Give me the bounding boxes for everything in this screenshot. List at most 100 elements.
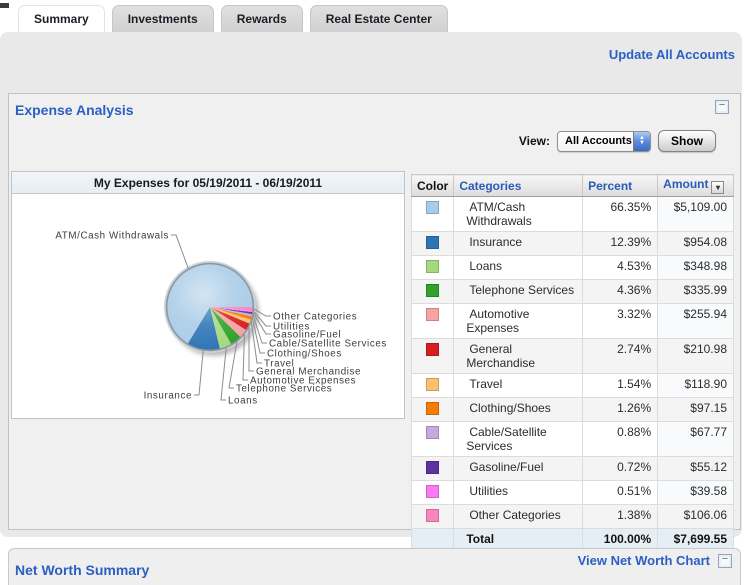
view-controls: View: All Accounts ▲▼ Show xyxy=(519,130,716,152)
table-row: Travel1.54%$118.90 xyxy=(412,374,734,398)
color-swatch xyxy=(426,378,439,391)
amount-cell: $118.90 xyxy=(658,374,734,398)
tab-investments[interactable]: Investments xyxy=(112,5,214,32)
view-select-value: All Accounts xyxy=(558,135,633,147)
amount-cell: $97.15 xyxy=(658,398,734,422)
color-swatch xyxy=(426,284,439,297)
header-percent[interactable]: Percent xyxy=(583,175,658,197)
expense-analysis-section: Expense Analysis − View: All Accounts ▲▼… xyxy=(8,93,741,530)
amount-cell: $954.08 xyxy=(658,232,734,256)
percent-cell: 12.39% xyxy=(583,232,658,256)
header-categories[interactable]: Categories xyxy=(454,175,583,197)
table-header-row: Color Categories Percent Amount▾ xyxy=(412,175,734,197)
table-row: Insurance12.39%$954.08 xyxy=(412,232,734,256)
leader-line xyxy=(221,348,226,400)
color-cell xyxy=(412,304,454,339)
color-swatch xyxy=(426,260,439,273)
pie-label: Travel xyxy=(264,359,294,370)
category-cell: Other Categories xyxy=(454,505,583,529)
total-color-cell xyxy=(412,529,454,550)
category-cell: Gasoline/Fuel xyxy=(454,457,583,481)
chart-title: My Expenses for 05/19/2011 - 06/19/2011 xyxy=(12,172,404,194)
amount-cell: $106.06 xyxy=(658,505,734,529)
view-account-select[interactable]: All Accounts ▲▼ xyxy=(557,131,651,152)
amount-cell: $255.94 xyxy=(658,304,734,339)
amount-cell: $335.99 xyxy=(658,280,734,304)
select-stepper-icon: ▲▼ xyxy=(633,132,650,151)
expense-analysis-title: Expense Analysis xyxy=(15,102,134,118)
color-swatch xyxy=(426,236,439,249)
amount-cell: $55.12 xyxy=(658,457,734,481)
table-row: Loans4.53%$348.98 xyxy=(412,256,734,280)
color-swatch xyxy=(426,402,439,415)
total-label: Total xyxy=(454,529,583,550)
category-cell: Automotive Expenses xyxy=(454,304,583,339)
screen-crop-artifact xyxy=(0,3,9,8)
table-row: General Merchandise2.74%$210.98 xyxy=(412,339,734,374)
header-amount[interactable]: Amount▾ xyxy=(658,175,734,197)
percent-cell: 66.35% xyxy=(583,197,658,232)
category-cell: Clothing/Shoes xyxy=(454,398,583,422)
amount-cell: $67.77 xyxy=(658,422,734,457)
view-label: View: xyxy=(519,134,550,148)
amount-cell: $39.58 xyxy=(658,481,734,505)
leader-line xyxy=(194,351,203,396)
total-percent: 100.00% xyxy=(583,529,658,550)
color-cell xyxy=(412,280,454,304)
expense-chart-panel: My Expenses for 05/19/2011 - 06/19/2011 xyxy=(11,171,405,419)
net-worth-summary-section: Net Worth Summary View Net Worth Chart − xyxy=(8,548,741,585)
color-cell xyxy=(412,232,454,256)
pie-label: Loans xyxy=(228,396,258,407)
category-cell: Insurance xyxy=(454,232,583,256)
percent-cell: 1.38% xyxy=(583,505,658,529)
net-worth-summary-title: Net Worth Summary xyxy=(15,562,149,578)
color-swatch xyxy=(426,461,439,474)
net-worth-link-row: View Net Worth Chart − xyxy=(578,553,732,568)
table-row: ATM/Cash Withdrawals66.35%$5,109.00 xyxy=(412,197,734,232)
category-cell: Travel xyxy=(454,374,583,398)
category-cell: ATM/Cash Withdrawals xyxy=(454,197,583,232)
pie-gloss xyxy=(167,264,252,349)
color-cell xyxy=(412,505,454,529)
collapse-networth-button[interactable]: − xyxy=(718,554,732,568)
table-row: Telephone Services4.36%$335.99 xyxy=(412,280,734,304)
header-color: Color xyxy=(412,175,454,197)
color-cell xyxy=(412,398,454,422)
amount-cell: $5,109.00 xyxy=(658,197,734,232)
tab-summary[interactable]: Summary xyxy=(18,5,105,32)
color-cell xyxy=(412,422,454,457)
percent-cell: 1.26% xyxy=(583,398,658,422)
tab-real-estate-center[interactable]: Real Estate Center xyxy=(310,5,448,32)
expense-table: Color Categories Percent Amount▾ ATM/Cas… xyxy=(411,174,734,550)
pie-label: Insurance xyxy=(144,391,192,402)
color-cell xyxy=(412,256,454,280)
tab-rewards[interactable]: Rewards xyxy=(221,5,303,32)
expense-pie-chart: ATM/Cash WithdrawalsInsuranceLoansTeleph… xyxy=(12,194,404,418)
color-cell xyxy=(412,339,454,374)
table-row: Automotive Expenses3.32%$255.94 xyxy=(412,304,734,339)
table-row: Clothing/Shoes1.26%$97.15 xyxy=(412,398,734,422)
category-cell: Utilities xyxy=(454,481,583,505)
show-button[interactable]: Show xyxy=(658,130,716,152)
table-row: Cable/Satellite Services0.88%$67.77 xyxy=(412,422,734,457)
color-swatch xyxy=(426,343,439,356)
amount-cell: $348.98 xyxy=(658,256,734,280)
color-swatch xyxy=(426,509,439,522)
percent-cell: 2.74% xyxy=(583,339,658,374)
pie-label: ATM/Cash Withdrawals xyxy=(55,231,169,242)
total-row: Total 100.00% $7,699.55 xyxy=(412,529,734,550)
amount-sort-icon[interactable]: ▾ xyxy=(711,181,724,194)
table-row: Gasoline/Fuel0.72%$55.12 xyxy=(412,457,734,481)
category-cell: Loans xyxy=(454,256,583,280)
collapse-expense-button[interactable]: − xyxy=(715,100,729,114)
percent-cell: 3.32% xyxy=(583,304,658,339)
percent-cell: 0.72% xyxy=(583,457,658,481)
color-swatch xyxy=(426,485,439,498)
color-swatch xyxy=(426,426,439,439)
pie-label: Clothing/Shoes xyxy=(267,349,342,360)
view-net-worth-chart-link[interactable]: View Net Worth Chart xyxy=(578,553,710,568)
total-amount: $7,699.55 xyxy=(658,529,734,550)
color-swatch xyxy=(426,308,439,321)
update-all-accounts-link[interactable]: Update All Accounts xyxy=(609,47,735,62)
category-cell: Cable/Satellite Services xyxy=(454,422,583,457)
